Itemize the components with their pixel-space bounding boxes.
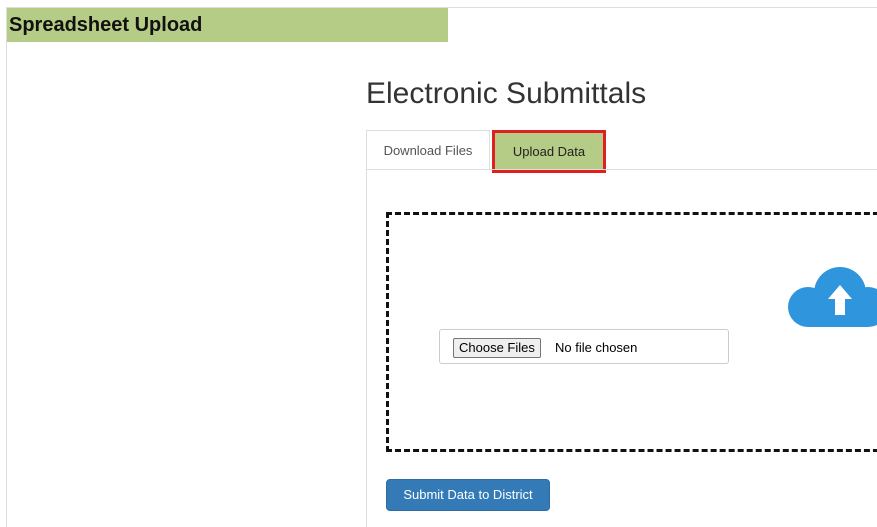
tab-download-files[interactable]: Download Files bbox=[366, 130, 490, 170]
file-input[interactable]: Choose Files No file chosen bbox=[439, 329, 729, 364]
file-status-text: No file chosen bbox=[555, 340, 638, 355]
page-title: Electronic Submittals bbox=[366, 77, 647, 110]
cloud-upload-icon bbox=[780, 263, 877, 331]
tabs-divider bbox=[366, 169, 877, 170]
section-header: Spreadsheet Upload bbox=[7, 8, 448, 42]
tab-upload-data[interactable]: Upload Data bbox=[492, 130, 606, 173]
choose-files-button[interactable]: Choose Files bbox=[453, 338, 541, 358]
tab-panel-border bbox=[366, 170, 367, 527]
page: Spreadsheet Upload Electronic Submittals… bbox=[0, 0, 877, 527]
submit-data-button[interactable]: Submit Data to District bbox=[386, 479, 550, 511]
page-frame-left-border bbox=[6, 8, 7, 527]
